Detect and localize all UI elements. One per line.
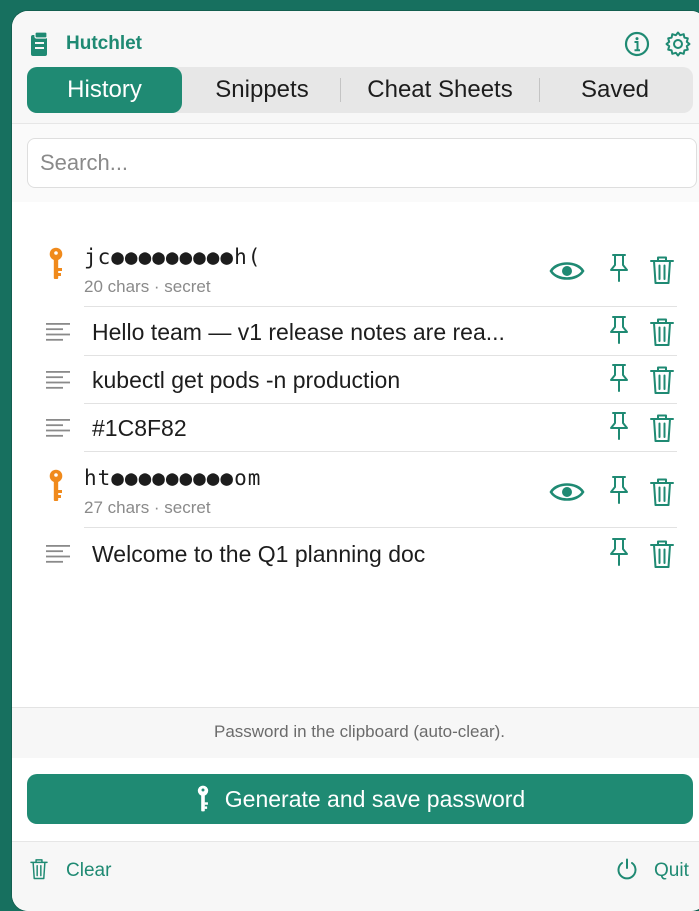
text-lines-icon: [46, 371, 72, 389]
tab-saved[interactable]: Saved: [540, 67, 690, 113]
clipboard-logo-icon: [31, 31, 48, 56]
trash-icon[interactable]: [650, 255, 674, 285]
gear-icon[interactable]: [664, 30, 692, 58]
history-item-text-content: Hello team — v1 release notes are rea...: [92, 319, 505, 345]
tab-history[interactable]: History: [27, 67, 182, 113]
trash-icon[interactable]: [650, 365, 674, 395]
search-area: [12, 123, 699, 203]
info-icon[interactable]: [624, 31, 650, 57]
history-list: jc●●●●●●●●●h( 20 chars · secret Hello te…: [12, 202, 699, 707]
pin-icon[interactable]: [608, 537, 630, 567]
history-item-text-content: kubectl get pods -n production: [92, 367, 401, 393]
text-lines-icon: [46, 545, 72, 563]
pin-icon[interactable]: [608, 475, 630, 505]
quit-button[interactable]: Quit: [654, 860, 689, 882]
pin-icon[interactable]: [608, 411, 630, 441]
trash-icon[interactable]: [650, 317, 674, 347]
generate-password-button[interactable]: Generate and save password: [27, 774, 693, 824]
eye-icon[interactable]: [549, 480, 585, 504]
history-item-text-content: Welcome to the Q1 planning doc: [92, 541, 426, 567]
history-item-text[interactable]: Hello team — v1 release notes are rea...: [12, 307, 699, 355]
tab-cheat-sheets[interactable]: Cheat Sheets: [341, 67, 539, 113]
app-title: Hutchlet: [66, 33, 142, 54]
header: Hutchlet History Snippets Cheat Sheets S…: [12, 11, 699, 123]
trash-icon[interactable]: [650, 413, 674, 443]
generate-area: Generate and save password: [12, 758, 699, 841]
history-item-text-content: #1C8F82: [92, 415, 187, 441]
tab-snippets[interactable]: Snippets: [185, 67, 339, 113]
eye-icon[interactable]: [549, 259, 585, 283]
history-item-text[interactable]: Welcome to the Q1 planning doc: [12, 528, 699, 576]
clipboard-status-note: Password in the clipboard (auto-clear).: [12, 707, 699, 759]
trash-icon[interactable]: [650, 539, 674, 569]
text-lines-icon: [46, 323, 72, 341]
pin-icon[interactable]: [608, 253, 630, 283]
generate-password-label: Generate and save password: [224, 786, 526, 812]
key-icon: [195, 785, 211, 813]
key-icon: [48, 247, 64, 281]
key-icon: [48, 469, 64, 503]
search-input[interactable]: [27, 138, 697, 188]
power-icon[interactable]: [616, 858, 638, 880]
footer: Clear Quit: [12, 841, 699, 911]
trash-icon[interactable]: [650, 477, 674, 507]
history-item-secret[interactable]: ht●●●●●●●●●om 27 chars · secret: [12, 452, 699, 522]
tab-bar: History Snippets Cheat Sheets Saved: [27, 67, 693, 113]
clear-button[interactable]: Clear: [66, 860, 111, 882]
pin-icon[interactable]: [608, 315, 630, 345]
trash-icon[interactable]: [30, 858, 48, 880]
text-lines-icon: [46, 419, 72, 437]
pin-icon[interactable]: [608, 363, 630, 393]
secret-masked-value: ht●●●●●●●●●om: [84, 466, 262, 490]
history-item-text[interactable]: kubectl get pods -n production: [12, 356, 699, 404]
secret-meta: 20 chars · secret: [84, 277, 211, 296]
history-item-text[interactable]: #1C8F82: [12, 404, 699, 452]
history-item-secret[interactable]: jc●●●●●●●●●h( 20 chars · secret: [12, 230, 699, 300]
secret-masked-value: jc●●●●●●●●●h(: [84, 245, 262, 269]
secret-meta: 27 chars · secret: [84, 498, 211, 517]
app-window: Hutchlet History Snippets Cheat Sheets S…: [12, 11, 699, 911]
